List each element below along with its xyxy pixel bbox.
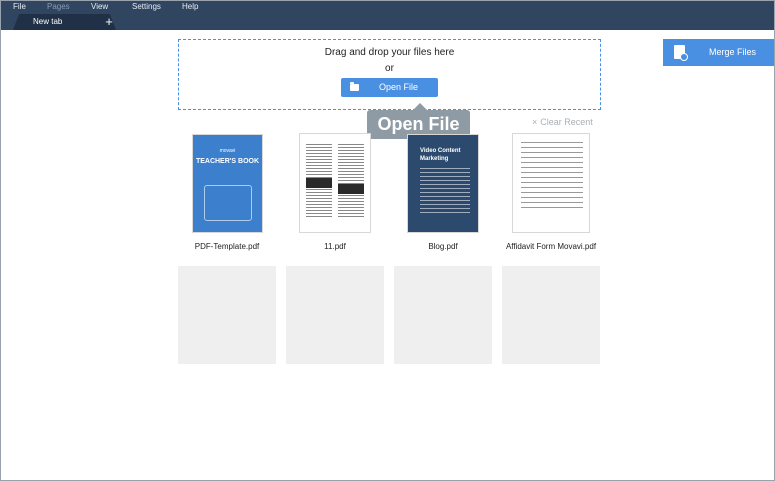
menu-pages[interactable]: Pages xyxy=(47,2,70,11)
merge-files-label: Merge Files xyxy=(709,47,757,57)
page-image xyxy=(306,178,332,188)
cover-title: TEACHER'S BOOK xyxy=(195,158,260,165)
empty-recent-slot xyxy=(178,266,276,364)
cover-illustration xyxy=(204,185,252,221)
cover-brand: movavi xyxy=(219,148,236,154)
tab-new-tab[interactable]: New tab xyxy=(13,14,116,30)
add-tab-button[interactable]: + xyxy=(103,14,115,30)
drop-instruction: Drag and drop your files here xyxy=(324,47,455,58)
cover-title: Video Content Marketing xyxy=(420,148,461,162)
recent-file-name[interactable]: 11.pdf xyxy=(280,242,390,251)
tab-bar: New tab + xyxy=(1,14,774,30)
file-drop-zone[interactable]: Drag and drop your files here or Open Fi… xyxy=(178,39,601,110)
recent-file-thumbnail[interactable]: Video Content Marketing xyxy=(407,134,479,233)
page-image xyxy=(338,184,364,194)
recent-file-name[interactable]: Blog.pdf xyxy=(388,242,498,251)
recent-file-name[interactable]: Affidavit Form Movavi.pdf xyxy=(496,242,606,251)
merge-plus-icon xyxy=(680,53,688,61)
menu-help[interactable]: Help xyxy=(182,2,198,11)
recent-file-thumbnail[interactable] xyxy=(299,133,371,233)
empty-recent-slot xyxy=(286,266,384,364)
clear-recent-button[interactable]: × Clear Recent xyxy=(532,117,593,127)
page-text-column xyxy=(521,142,583,212)
recent-file-name[interactable]: PDF-Template.pdf xyxy=(172,242,282,251)
close-icon: × xyxy=(532,117,538,127)
title-bar: File Pages View Settings Help New tab + xyxy=(1,1,774,30)
drop-or-text: or xyxy=(385,63,394,74)
cover-text-lines xyxy=(420,168,470,216)
folder-icon xyxy=(350,82,359,91)
menu-settings[interactable]: Settings xyxy=(132,2,161,11)
open-file-label: Open File xyxy=(379,82,419,92)
empty-recent-slot xyxy=(502,266,600,364)
recent-file-thumbnail[interactable]: movavi TEACHER'S BOOK xyxy=(192,134,263,233)
page-text-column xyxy=(338,144,364,219)
menu-view[interactable]: View xyxy=(91,2,108,11)
empty-recent-slot xyxy=(394,266,492,364)
recent-file-thumbnail[interactable] xyxy=(512,133,590,233)
menu-bar: File Pages View Settings Help xyxy=(1,1,774,13)
merge-files-button[interactable]: Merge Files xyxy=(663,39,774,66)
clear-recent-label: Clear Recent xyxy=(540,117,593,127)
menu-file[interactable]: File xyxy=(13,2,26,11)
tab-label: New tab xyxy=(33,17,63,26)
open-file-button[interactable]: Open File xyxy=(341,78,438,97)
